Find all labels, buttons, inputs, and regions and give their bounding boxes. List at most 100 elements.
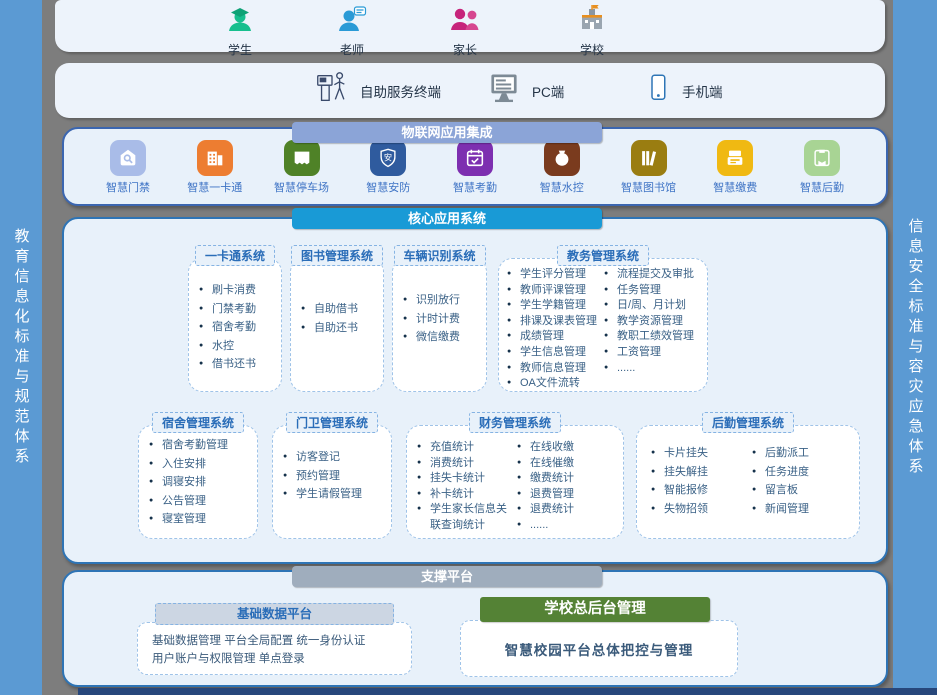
item-list: 充值统计消费统计挂失卡统计补卡统计学生家长信息关联查询统计	[417, 440, 517, 534]
iot-integration-section: 物联网应用集成 智慧门禁 智慧一卡通 智慧停车场	[62, 127, 888, 206]
school-admin-box: 智慧校园平台总体把控与管理	[460, 620, 738, 677]
svg-text:安: 安	[384, 153, 392, 163]
list-item: 水控	[199, 339, 275, 355]
list-item: 访客登记	[283, 450, 385, 466]
item-list: 自助借书自助还书	[301, 302, 377, 339]
iot-label: 智慧停车场	[274, 179, 329, 195]
user-label: 家长	[453, 41, 477, 58]
terminal-label: PC端	[532, 81, 564, 101]
list-item: 学生信息管理	[507, 345, 604, 361]
iot-library: 智慧图书馆	[611, 140, 687, 195]
school-admin-title: 学校总后台管理	[480, 597, 710, 622]
list-item: 调寝安排	[149, 475, 251, 491]
subsystem-title: 财务管理系统	[469, 412, 561, 433]
phone-icon	[643, 69, 673, 112]
list-item: 学生家长信息关联查询统计	[417, 502, 517, 533]
item-list: 访客登记预约管理学生请假管理	[283, 450, 385, 506]
iot-label: 智慧后勤	[800, 179, 844, 195]
list-item: 工资管理	[604, 345, 701, 361]
list-item: 新闻管理	[752, 502, 853, 518]
base-platform-line: 用户账户与权限管理 单点登录	[152, 650, 411, 668]
terminal-pc: PC端	[485, 63, 564, 118]
kiosk-icon	[313, 68, 351, 113]
list-item: 借书还书	[199, 357, 275, 373]
list-item: 刷卡消费	[199, 283, 275, 299]
subsystem-title: 宿舍管理系统	[152, 412, 244, 433]
list-item: OA文件流转	[507, 376, 604, 392]
terminal-label: 手机端	[682, 81, 723, 101]
right-security-strip: 信息安全标准与容灾应急体系	[893, 0, 937, 695]
list-item: 微信缴费	[403, 330, 480, 346]
terminal-kiosk: 自助服务终端	[313, 63, 441, 118]
list-item: 寝室管理	[149, 512, 251, 528]
support-platform-section: 支撑平台 基础数据平台 基础数据管理 平台全局配置 统一身份认证 用户账户与权限…	[62, 570, 888, 687]
list-item: 失物招领	[651, 502, 752, 518]
list-item: 计时计费	[403, 312, 480, 328]
item-list: 刷卡消费门禁考勤宿舍考勤水控借书还书	[199, 283, 275, 376]
subsystem-title: 门卫管理系统	[286, 412, 378, 433]
iot-label: 智慧一卡通	[187, 179, 242, 195]
list-item: 公告管理	[149, 494, 251, 510]
list-item: 卡片挂失	[651, 446, 752, 462]
iot-label: 智慧安防	[366, 179, 410, 195]
user-label: 老师	[340, 41, 364, 58]
subsystem-title: 车辆识别系统	[393, 245, 485, 266]
list-item: 任务管理	[604, 283, 701, 299]
list-item: 识别放行	[403, 293, 480, 309]
subsystem-finance: 财务管理系统 充值统计消费统计挂失卡统计补卡统计学生家长信息关联查询统计 在线收…	[406, 425, 624, 539]
iot-logistics: 智慧后勤	[784, 140, 860, 195]
list-item: 宿舍考勤	[199, 320, 275, 336]
list-item: 在线催缴	[517, 456, 617, 472]
iot-water: 智慧水控	[524, 140, 600, 195]
pc-icon	[485, 70, 523, 111]
attendance-icon	[457, 140, 493, 176]
iot-onecard: 智慧一卡通	[177, 140, 253, 195]
school-admin-desc: 智慧校园平台总体把控与管理	[505, 639, 694, 659]
door-access-icon	[110, 140, 146, 176]
list-item: 学生学籍管理	[507, 298, 604, 314]
list-item: 日/周、月计划	[604, 298, 701, 314]
subsystem-gatekeeper: 门卫管理系统 访客登记预约管理学生请假管理	[272, 425, 392, 539]
base-data-platform-title: 基础数据平台	[155, 603, 394, 625]
left-standards-strip: 教育信息化标准与规范体系	[0, 0, 42, 695]
list-item: 教学资源管理	[604, 314, 701, 330]
subsystem-title: 教务管理系统	[557, 245, 649, 266]
base-platform-line: 基础数据管理 平台全局配置 统一身份认证	[152, 632, 411, 650]
subsystem-logistics: 后勤管理系统 卡片挂失挂失解挂智能报修失物招领 后勤派工任务进度留言板新闻管理	[636, 425, 860, 539]
list-item: 在线收缴	[517, 440, 617, 456]
list-item: 自助还书	[301, 321, 377, 337]
iot-label: 智慧考勤	[453, 179, 497, 195]
list-item: 挂失解挂	[651, 465, 752, 481]
teacher-icon	[336, 3, 368, 40]
subsystem-academic: 教务管理系统 学生评分管理教师评课管理学生学籍管理排课及课表管理成绩管理学生信息…	[498, 258, 708, 392]
parents-icon	[449, 3, 481, 40]
base-data-platform-box: 基础数据管理 平台全局配置 统一身份认证 用户账户与权限管理 单点登录	[137, 622, 412, 675]
subsystem-onecard: 一卡通系统 刷卡消费门禁考勤宿舍考勤水控借书还书	[188, 258, 282, 392]
school-icon	[576, 3, 608, 40]
iot-label: 智慧图书馆	[621, 179, 676, 195]
item-list: 后勤派工任务进度留言板新闻管理	[752, 446, 853, 520]
right-strip-label: 信息安全标准与容灾应急体系	[905, 218, 926, 478]
list-item: 教职工绩效管理	[604, 329, 701, 345]
terminal-phone: 手机端	[643, 63, 723, 118]
logistics-icon	[804, 140, 840, 176]
iot-security: 安 智慧安防	[350, 140, 426, 195]
onecard-icon	[197, 140, 233, 176]
item-list: 宿舍考勤管理入住安排调寝安排公告管理寝室管理	[149, 438, 251, 531]
support-section-header: 支撑平台	[292, 566, 602, 587]
item-list: 学生评分管理教师评课管理学生学籍管理排课及课表管理成绩管理学生信息管理教师信息管…	[507, 267, 604, 392]
list-item: 宿舍考勤管理	[149, 438, 251, 454]
iot-payment: 智慧缴费	[697, 140, 773, 195]
subsystem-title: 一卡通系统	[195, 245, 275, 266]
library-icon	[631, 140, 667, 176]
iot-section-header: 物联网应用集成	[292, 122, 602, 143]
list-item: 留言板	[752, 483, 853, 499]
list-item: 流程提交及审批	[604, 267, 701, 283]
subsystem-title: 图书管理系统	[291, 245, 383, 266]
list-item: 消费统计	[417, 456, 517, 472]
list-item: 排课及课表管理	[507, 314, 604, 330]
list-item: ......	[517, 518, 617, 534]
terminals-row: 自助服务终端 PC端 手机端	[55, 63, 885, 118]
users-row: 学生 老师 家长 学校	[55, 0, 885, 52]
user-student: 学生	[200, 3, 280, 58]
